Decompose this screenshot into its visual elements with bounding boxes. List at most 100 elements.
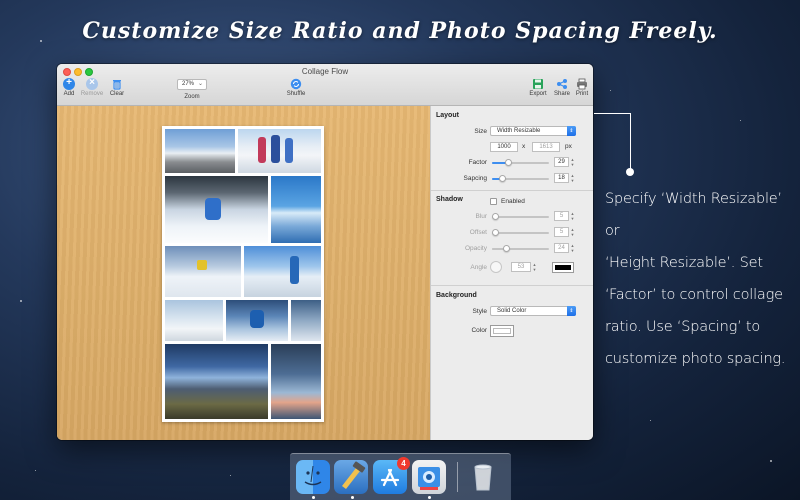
- running-indicator: [312, 496, 315, 499]
- angle-label: Angle: [470, 264, 487, 271]
- callout-line: ‘Height Resizable’. Set: [605, 255, 763, 271]
- headline: Customize Size Ratio and Photo Spacing F…: [82, 18, 718, 44]
- trash-icon[interactable]: [466, 460, 500, 494]
- zoom-select[interactable]: 27% ⌄: [177, 79, 207, 90]
- spacing-slider-knob[interactable]: [499, 175, 507, 182]
- background-style-select[interactable]: Solid Color ⇕: [490, 306, 576, 316]
- collage-photo[interactable]: [165, 176, 268, 243]
- offset-slider-knob[interactable]: [491, 229, 499, 236]
- factor-slider[interactable]: [492, 159, 549, 166]
- clear-button[interactable]: Clear: [102, 78, 132, 97]
- collage-photo[interactable]: [244, 246, 321, 297]
- collage-photo[interactable]: [165, 246, 241, 297]
- opacity-label: Opacity: [464, 245, 487, 252]
- collage-photo[interactable]: [226, 300, 288, 341]
- spacing-stepper[interactable]: ▲ ▼: [570, 173, 575, 183]
- shadow-enabled-checkbox[interactable]: [490, 198, 497, 205]
- collage-flow-icon[interactable]: [412, 460, 446, 494]
- trash-can-icon: [111, 78, 123, 90]
- xcode-icon[interactable]: [334, 460, 368, 494]
- spacing-field[interactable]: 18: [554, 173, 569, 183]
- window-title: Collage Flow: [301, 67, 349, 76]
- factor-stepper[interactable]: ▲ ▼: [570, 157, 575, 167]
- blur-slider-knob[interactable]: [491, 213, 499, 220]
- up-down-arrows-icon: ⇕: [567, 306, 576, 316]
- print-button[interactable]: Print: [567, 78, 593, 97]
- opacity-slider[interactable]: [492, 245, 549, 252]
- offset-label: Offset: [469, 229, 487, 236]
- offset-field[interactable]: 5: [554, 227, 569, 237]
- opacity-stepper[interactable]: ▲ ▼: [570, 243, 575, 253]
- app-store-icon[interactable]: 4: [373, 457, 410, 494]
- shadow-color-swatch: [555, 265, 571, 270]
- titlebar: Collage Flow + Add × Remove Clear 27% ⌄ …: [57, 64, 593, 106]
- collage-photo[interactable]: [291, 300, 321, 341]
- spacing-label: Sapcing: [463, 175, 488, 182]
- callout-line: customize photo spacing.: [605, 351, 786, 367]
- add-label: Add: [63, 91, 75, 97]
- app-window: Collage Flow + Add × Remove Clear 27% ⌄ …: [57, 64, 593, 440]
- times-sign: x: [522, 143, 526, 150]
- callout-line: ratio. Use ‘Spacing’ to: [605, 319, 761, 335]
- unit-label: px: [565, 143, 572, 150]
- export-label: Export: [529, 91, 547, 97]
- running-indicator: [428, 496, 431, 499]
- plus-icon: +: [63, 78, 75, 90]
- inspector-panel: Layout Size Width Resizable ⇕ 1000 x 161…: [430, 106, 593, 440]
- remove-icon: ×: [86, 78, 98, 90]
- divider: [431, 285, 593, 286]
- notification-badge: 4: [397, 457, 410, 470]
- blur-field[interactable]: 5: [554, 211, 569, 221]
- offset-stepper[interactable]: ▲ ▼: [570, 227, 575, 237]
- enabled-label: Enabled: [501, 198, 525, 205]
- clear-label: Clear: [109, 91, 125, 97]
- collage-photo[interactable]: [165, 300, 223, 341]
- factor-label: Factor: [468, 159, 487, 166]
- collage-photo[interactable]: [165, 129, 235, 173]
- style-value: Solid Color: [497, 308, 527, 314]
- angle-stepper[interactable]: ▲ ▼: [532, 262, 537, 272]
- background-section-title: Background: [436, 292, 477, 299]
- up-down-arrows-icon: ⇕: [567, 126, 576, 136]
- color-label: Color: [471, 327, 487, 334]
- angle-field[interactable]: 53: [511, 262, 531, 272]
- collage-canvas[interactable]: [57, 106, 430, 440]
- finder-icon[interactable]: [296, 460, 330, 494]
- blur-stepper[interactable]: ▲ ▼: [570, 211, 575, 221]
- height-field[interactable]: 1613: [532, 142, 560, 152]
- collage-photo[interactable]: [271, 344, 321, 419]
- spacing-slider[interactable]: [492, 175, 549, 182]
- size-select[interactable]: Width Resizable ⇕: [490, 126, 576, 136]
- width-field[interactable]: 1000: [490, 142, 518, 152]
- callout-text: Specify ‘Width Resizable’ or ‘Height Res…: [605, 183, 795, 375]
- style-label: Style: [472, 308, 487, 315]
- collage-photo[interactable]: [271, 176, 321, 243]
- offset-slider[interactable]: [491, 229, 549, 236]
- chevron-down-icon: ⌄: [197, 81, 203, 87]
- factor-field[interactable]: 29: [554, 157, 569, 167]
- factor-slider-knob[interactable]: [504, 159, 512, 166]
- blur-label: Blur: [475, 213, 487, 220]
- print-label: Print: [575, 91, 589, 97]
- collage-photo[interactable]: [238, 129, 321, 173]
- background-color-well[interactable]: [490, 325, 514, 337]
- size-label: Size: [474, 128, 487, 135]
- shadow-color-well[interactable]: [552, 262, 574, 273]
- opacity-field[interactable]: 24: [554, 243, 569, 253]
- running-indicator: [351, 496, 354, 499]
- opacity-slider-knob[interactable]: [502, 245, 510, 252]
- export-icon: [532, 78, 544, 90]
- shuffle-button[interactable]: Shuffle: [281, 78, 311, 97]
- shuffle-label: Shuffle: [286, 91, 306, 97]
- background-color-swatch: [493, 328, 511, 334]
- collage-photo[interactable]: [165, 344, 268, 419]
- divider: [431, 190, 593, 191]
- zoom-label: Zoom: [184, 94, 200, 100]
- remove-label: Remove: [80, 91, 104, 97]
- layout-section-title: Layout: [436, 112, 459, 119]
- callout-line: ‘Factor’ to control collage: [605, 287, 783, 303]
- collage-sheet: [162, 126, 324, 422]
- blur-slider[interactable]: [491, 213, 549, 220]
- size-value: Width Resizable: [497, 128, 541, 134]
- angle-dial[interactable]: [490, 261, 502, 273]
